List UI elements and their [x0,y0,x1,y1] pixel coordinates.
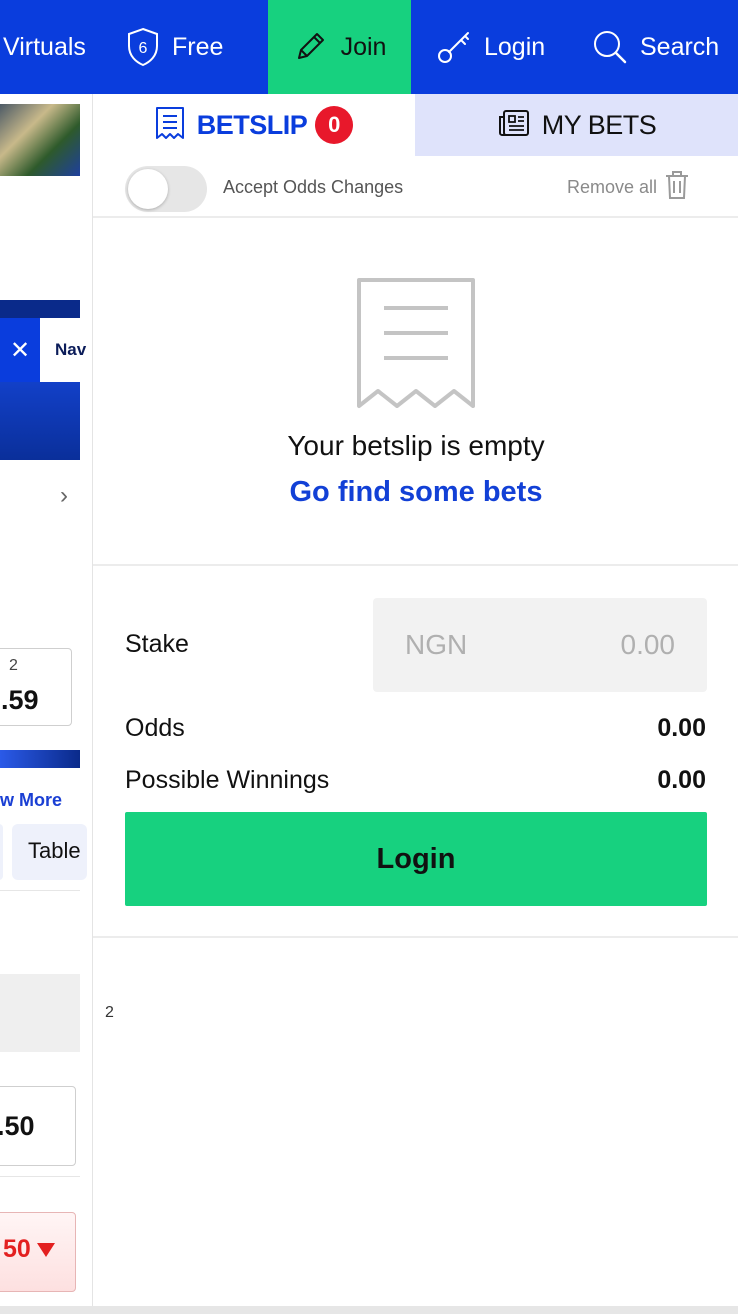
odds-value: 50 [3,1235,31,1263]
nav-free[interactable]: 6 Free [126,0,223,94]
nav-virtuals[interactable]: Virtuals [3,0,86,94]
key-icon [436,29,472,65]
betslip-tabs: BETSLIP 0 MY BETS [93,94,738,156]
promo-image[interactable] [0,104,80,176]
betslip-options-row: Accept Odds Changes Remove all [93,156,738,218]
empty-receipt-icon [357,278,475,415]
stake-input[interactable]: NGN 0.00 [373,598,707,692]
betslip-count-badge: 0 [315,106,354,144]
tab-betslip-label: BETSLIP [196,109,308,140]
filter-tab[interactable] [0,824,3,880]
pencil-icon [293,30,327,64]
odds-outcome-label: 2 [9,657,18,674]
chevron-right-icon[interactable]: › [60,482,68,510]
odds-value: .59 [1,685,39,715]
toggle-knob [128,169,168,209]
accept-odds-toggle[interactable] [125,166,207,212]
empty-betslip-section: Your betslip is empty Go find some bets [93,220,738,566]
tab-betslip[interactable]: BETSLIP 0 [93,94,415,156]
remove-all-button[interactable]: Remove all [567,177,657,198]
accept-odds-label: Accept Odds Changes [223,177,404,197]
bottom-scrollbar-track [0,1306,738,1314]
tab-my-bets[interactable]: MY BETS [415,94,738,156]
newspaper-icon [498,109,530,142]
find-bets-link[interactable]: Go find some bets [93,476,738,509]
divider [93,936,738,938]
odds-button[interactable]: .50 [0,1086,76,1166]
nav-virtuals-label: Virtuals [3,32,86,61]
stake-label: Stake [125,630,189,658]
nav-login-button[interactable]: Login [436,0,545,94]
shield-icon: 6 [126,27,160,67]
login-button[interactable]: Login [125,812,707,906]
total-odds-value: 0.00 [657,714,706,742]
banner-logo-icon: ✕ [0,318,40,382]
free-badge-number: 6 [139,40,148,57]
trash-icon[interactable] [665,170,689,205]
stake-currency: NGN [405,629,468,660]
grey-row [0,974,80,1052]
divider [0,890,80,891]
search-icon [592,29,628,65]
banner-bottom[interactable] [0,382,80,460]
possible-winnings-label: Possible Winnings [125,766,330,794]
betslip-panel: BETSLIP 0 MY BETS Accept Odds Changes Re… [92,94,738,1308]
filter-tab-table[interactable]: Table [12,824,87,880]
join-button[interactable]: Join [268,0,411,94]
odds-label: Odds [125,714,185,742]
blue-divider-bar [0,750,80,768]
background-page-peek: ✕ Nav › 2 .59 w More Table .50 50 [0,94,92,1314]
empty-betslip-text: Your betslip is empty [287,430,545,461]
top-navigation: Virtuals 6 Free Join Login Search [0,0,738,94]
join-label: Join [340,32,387,61]
stake-placeholder: 0.00 [620,629,676,660]
possible-winnings-value: 0.00 [657,766,706,794]
nav-search-label: Search [640,32,720,61]
down-arrow-icon [37,1243,55,1257]
nav-search-button[interactable]: Search [592,0,719,94]
odds-value: .50 [0,1111,35,1141]
nav-login-label: Login [484,32,546,61]
receipt-icon [155,106,185,145]
banner-top-stripe [0,300,80,318]
view-more-link[interactable]: w More [0,790,62,811]
nav-free-label: Free [172,32,224,61]
tab-my-bets-label: MY BETS [541,109,657,140]
divider [0,1176,80,1177]
banner-text: Nav [55,340,87,359]
odds-button-dropping[interactable]: 50 [0,1212,76,1292]
footer-number: 2 [105,1004,114,1021]
odds-button[interactable]: 2 .59 [0,648,72,726]
